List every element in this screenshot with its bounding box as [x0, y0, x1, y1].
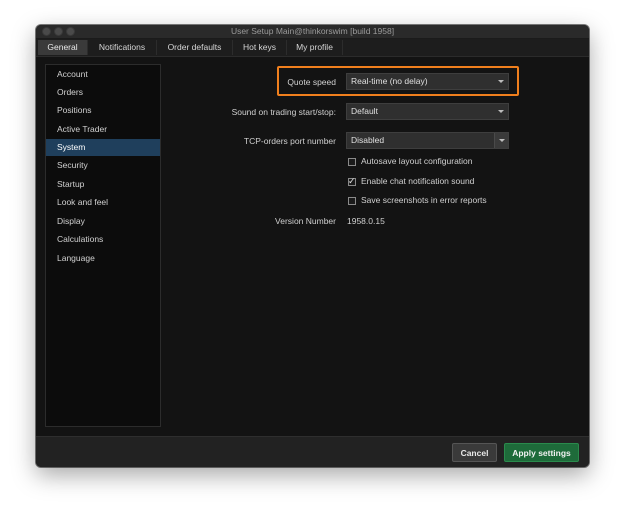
cancel-button[interactable]: Cancel — [452, 443, 497, 462]
sidebar-item-orders[interactable]: Orders — [46, 84, 160, 101]
sound-value: Default — [351, 106, 378, 116]
tab-my-profile[interactable]: My profile — [287, 40, 343, 55]
sidebar-item-positions[interactable]: Positions — [46, 102, 160, 119]
title-bar: User Setup Main@thinkorswim [build 1958] — [36, 25, 589, 39]
sidebar-item-look-and-feel[interactable]: Look and feel — [46, 194, 160, 211]
settings-window: User Setup Main@thinkorswim [build 1958]… — [36, 25, 589, 467]
screenshots-label: Save screenshots in error reports — [361, 195, 487, 205]
sidebar-item-system[interactable]: System — [46, 139, 160, 156]
chat-sound-checkbox[interactable]: ✓ — [348, 176, 356, 186]
sidebar-item-startup[interactable]: Startup — [46, 176, 160, 193]
tab-hot-keys[interactable]: Hot keys — [233, 40, 287, 55]
quote-speed-select[interactable]: Real-time (no delay) — [346, 73, 509, 90]
window-title: User Setup Main@thinkorswim [build 1958] — [230, 26, 395, 36]
quote-speed-label: Quote speed — [287, 77, 336, 87]
dialog-footer: Cancel Apply settings — [36, 436, 589, 467]
tab-bar: General Notifications Order defaults Hot… — [36, 39, 589, 57]
sidebar-item-display[interactable]: Display — [46, 213, 160, 230]
version-label: Version Number — [275, 216, 336, 226]
tab-order-defaults[interactable]: Order defaults — [157, 40, 233, 55]
dropdown-button[interactable] — [494, 133, 508, 148]
sidebar-item-calculations[interactable]: Calculations — [46, 231, 160, 248]
tcp-port-label: TCP-orders port number — [243, 136, 336, 146]
sidebar-item-account[interactable]: Account — [46, 66, 160, 83]
autosave-checkbox[interactable] — [348, 158, 356, 166]
tcp-port-select[interactable]: Disabled — [346, 132, 509, 149]
tab-general[interactable]: General — [38, 40, 88, 55]
tab-notifications[interactable]: Notifications — [88, 40, 157, 55]
checkmark-icon: ✓ — [348, 176, 356, 186]
autosave-label: Autosave layout configuration — [361, 156, 473, 166]
version-value: 1958.0.15 — [347, 216, 385, 226]
sound-label: Sound on trading start/stop: — [231, 107, 336, 117]
quote-speed-value: Real-time (no delay) — [351, 76, 428, 86]
sidebar-item-security[interactable]: Security — [46, 157, 160, 174]
sound-select[interactable]: Default — [346, 103, 509, 120]
sidebar-item-language[interactable]: Language — [46, 250, 160, 267]
screenshots-checkbox[interactable] — [348, 197, 356, 205]
chevron-down-icon — [499, 139, 505, 142]
settings-sidebar: Account Orders Positions Active Trader S… — [45, 64, 161, 427]
chevron-down-icon — [498, 80, 504, 83]
chat-sound-label: Enable chat notification sound — [361, 176, 475, 186]
tcp-port-value: Disabled — [351, 135, 385, 145]
sidebar-item-active-trader[interactable]: Active Trader — [46, 121, 160, 138]
apply-settings-button[interactable]: Apply settings — [504, 443, 579, 462]
chevron-down-icon — [498, 110, 504, 113]
